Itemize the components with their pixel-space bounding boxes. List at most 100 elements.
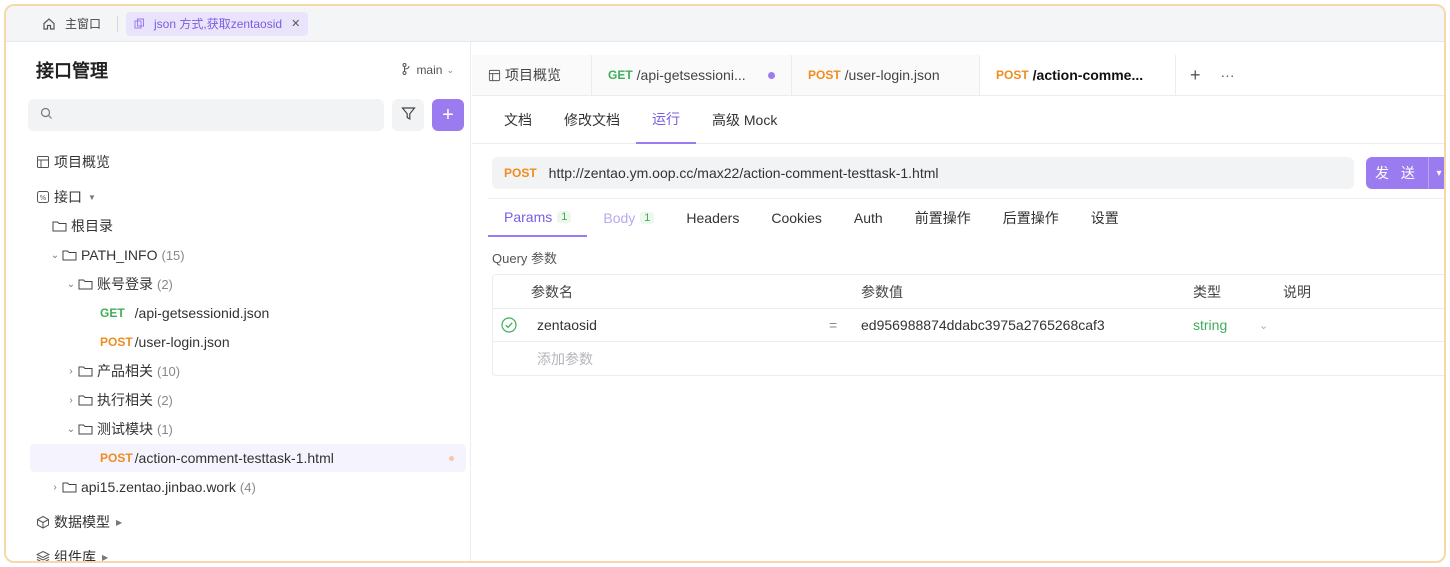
sidebar-folder-test-module[interactable]: ⌄ 测试模块 (1) (20, 415, 466, 443)
tab-post-action[interactable]: POST /action-comme... (980, 55, 1176, 95)
chevron-down-icon[interactable]: ⌄ (1259, 319, 1268, 332)
folder-label: PATH_INFO (81, 247, 158, 263)
param-tabs: Params 1 Body 1 Headers Cookies Auth 前置操… (488, 198, 1444, 237)
sidebar-api-post-login[interactable]: POST /user-login.json (20, 328, 466, 356)
params-table: 参数名 参数值 类型 说明 zentaosid = ed956988874dda… (492, 274, 1444, 376)
sidebar-folder-api15[interactable]: › api15.zentao.jinbao.work (4) (20, 473, 466, 501)
sidebar-folder-product[interactable]: › 产品相关 (10) (20, 357, 466, 385)
chevron-down-icon[interactable]: ⌄ (64, 424, 78, 435)
window-tab-main[interactable]: 主窗口 (34, 12, 109, 36)
folder-count: (2) (157, 392, 173, 408)
main-panel: 项目概览 GET /api-getsessioni... POST /user-… (472, 42, 1444, 561)
tab-doc[interactable]: 文档 (488, 96, 548, 144)
tab-params[interactable]: Params 1 (488, 199, 588, 237)
tab-pre-script[interactable]: 前置操作 (899, 199, 987, 237)
folder-label: 产品相关 (97, 363, 153, 379)
request-bar: POST http://zentao.ym.oop.cc/max22/actio… (492, 156, 1444, 190)
chevron-right-icon[interactable]: › (64, 366, 78, 377)
folder-count: (4) (239, 479, 256, 495)
sidebar-folder-path-info[interactable]: ⌄ PATH_INFO (15) (20, 241, 466, 269)
tab-get-session[interactable]: GET /api-getsessioni... (592, 55, 792, 95)
add-tab-icon[interactable]: + (1190, 65, 1201, 86)
window-tab-json[interactable]: json 方式,获取zentaosid ✕ (126, 11, 309, 36)
param-value-input[interactable]: ed956988874ddabc3975a2765268caf3 (861, 317, 1105, 333)
chevron-down-icon[interactable]: ⌄ (64, 279, 78, 290)
caret-right-icon: ▶ (102, 552, 109, 562)
window-tab-bar: 主窗口 json 方式,获取zentaosid ✕ (6, 6, 1444, 42)
param-type-select[interactable]: string (1193, 317, 1227, 333)
folder-icon (78, 365, 93, 377)
folder-count: (1) (157, 421, 173, 437)
tab-auth[interactable]: Auth (838, 199, 899, 237)
more-icon[interactable]: ··· (1221, 67, 1235, 83)
tab-post-login[interactable]: POST /user-login.json (792, 55, 980, 95)
sidebar-folder-account-login[interactable]: ⌄ 账号登录 (2) (20, 270, 466, 298)
api-icon: % (36, 190, 50, 204)
branch-selector[interactable]: main ⌄ (402, 62, 454, 78)
sidebar-api-post-action[interactable]: POST /action-comment-testtask-1.html (30, 444, 466, 472)
sidebar-item-label: 接口 (54, 189, 82, 205)
sidebar-item-components[interactable]: 组件库 ▶ (20, 543, 466, 563)
window-tab-label: json 方式,获取zentaosid (154, 17, 283, 31)
tab-edit-doc[interactable]: 修改文档 (548, 96, 636, 144)
folder-label: 测试模块 (97, 421, 153, 437)
tab-post-script[interactable]: 后置操作 (987, 199, 1075, 237)
sidebar-item-overview[interactable]: 项目概览 (20, 148, 466, 176)
caret-right-icon: ▶ (116, 517, 123, 527)
method-badge: POST (100, 451, 133, 465)
method-badge: POST (100, 335, 133, 349)
layout-icon (36, 155, 50, 169)
query-params-label: Query 参数 (492, 251, 558, 266)
cube-icon (36, 515, 50, 529)
layers-icon (36, 550, 50, 561)
filter-icon (400, 106, 416, 124)
send-button[interactable]: 发 送 ▾ (1366, 157, 1444, 189)
sidebar-item-label: 数据模型 (54, 514, 110, 530)
folder-count: (15) (161, 247, 185, 263)
tab-overview[interactable]: 项目概览 (472, 55, 592, 95)
chevron-right-icon[interactable]: › (64, 395, 78, 406)
tab-cookies[interactable]: Cookies (755, 199, 838, 237)
tab-headers[interactable]: Headers (670, 199, 755, 237)
sidebar-api-get-session[interactable]: GET /api-getsessionid.json (20, 299, 466, 327)
sidebar-item-interfaces[interactable]: % 接口 ▼ (20, 183, 466, 211)
file-tab-bar: 项目概览 GET /api-getsessioni... POST /user-… (472, 42, 1444, 96)
chevron-down-icon[interactable]: ⌄ (48, 250, 62, 261)
sidebar-item-label: 项目概览 (54, 154, 110, 170)
folder-icon (52, 220, 67, 232)
tab-run[interactable]: 运行 (636, 96, 696, 144)
add-param-placeholder[interactable]: 添加参数 (537, 349, 593, 369)
tab-body[interactable]: Body 1 (587, 199, 670, 237)
tab-label: Params (504, 208, 553, 225)
header-type: 类型 (1193, 283, 1221, 300)
equals-sign: = (829, 317, 838, 333)
table-header: 参数名 参数值 类型 说明 (493, 275, 1444, 309)
param-name-input[interactable]: zentaosid (537, 317, 597, 333)
add-button[interactable]: + (432, 99, 464, 131)
tab-label: /user-login.json (844, 67, 940, 83)
tab-settings[interactable]: 设置 (1075, 199, 1135, 237)
folder-count: (10) (157, 363, 181, 379)
folder-label: api15.zentao.jinbao.work (81, 479, 236, 495)
chevron-right-icon[interactable]: › (48, 482, 62, 493)
table-row: zentaosid = ed956988874ddabc3975a2765268… (493, 309, 1444, 342)
api-path: /action-comment-testtask-1.html (134, 450, 334, 466)
chevron-down-icon[interactable]: ▾ (1429, 168, 1444, 179)
close-icon[interactable]: ✕ (291, 17, 300, 30)
filter-button[interactable] (392, 99, 424, 131)
folder-icon (78, 394, 93, 406)
sidebar-item-root[interactable]: 根目录 (20, 212, 466, 240)
sidebar-item-label: 组件库 (54, 549, 96, 563)
divider (117, 15, 119, 32)
folder-icon (78, 423, 93, 435)
sidebar-item-data-model[interactable]: 数据模型 ▶ (20, 508, 466, 536)
sidebar-folder-exec[interactable]: › 执行相关 (2) (20, 386, 466, 414)
search-input[interactable] (28, 99, 384, 131)
check-circle-icon[interactable] (501, 317, 517, 336)
tab-mock[interactable]: 高级 Mock (696, 96, 793, 144)
method-select[interactable]: POST (504, 166, 537, 180)
url-input[interactable]: POST http://zentao.ym.oop.cc/max22/actio… (492, 157, 1354, 189)
table-row-add[interactable]: 添加参数 (493, 342, 1444, 375)
method-badge: POST (996, 68, 1029, 82)
unsaved-dot (449, 455, 454, 461)
